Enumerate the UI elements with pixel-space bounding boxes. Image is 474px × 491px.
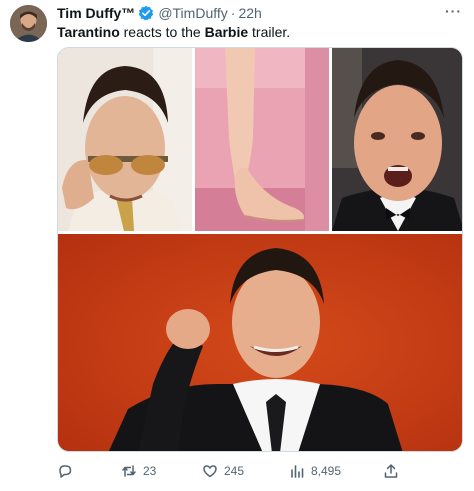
- action-bar: 23 245 8,495: [57, 461, 407, 481]
- reply-icon: [59, 465, 72, 478]
- separator-dot: ·: [230, 5, 236, 21]
- retweet-count: 23: [143, 464, 157, 478]
- more-icon[interactable]: ···: [445, 2, 462, 20]
- tweet-header: Tim Duffy™ @TimDuffy · 22h ···: [57, 2, 462, 22]
- tweet[interactable]: Tim Duffy™ @TimDuffy · 22h ··· Tarantino…: [0, 0, 474, 491]
- like-button[interactable]: 245: [202, 461, 244, 481]
- views-button[interactable]: 8,495: [289, 461, 341, 481]
- tweet-text-bold-2: Barbie: [204, 24, 249, 40]
- tweet-text-part-1: reacts to the: [119, 24, 205, 40]
- author-handle[interactable]: @TimDuffy: [158, 4, 227, 22]
- author-name[interactable]: Tim Duffy™: [57, 4, 135, 22]
- like-icon: [203, 465, 217, 478]
- retweet-icon: [122, 465, 136, 477]
- avatar[interactable]: [10, 5, 47, 42]
- share-icon: [384, 464, 398, 478]
- media-grid: [57, 47, 463, 452]
- share-button[interactable]: [383, 461, 399, 481]
- tweet-text-bold-1: Tarantino: [57, 24, 120, 40]
- verified-icon: [138, 5, 154, 21]
- photo-barbie-foot[interactable]: [195, 48, 329, 231]
- tweet-text: Tarantino reacts to the Barbie trailer.: [57, 23, 290, 41]
- retweet-button[interactable]: 23: [121, 461, 156, 481]
- views-count: 8,495: [311, 464, 342, 478]
- photo-man-cheering[interactable]: [58, 234, 462, 451]
- tweet-timestamp[interactable]: 22h: [238, 4, 261, 22]
- views-icon: [291, 465, 304, 478]
- tweet-text-part-2: trailer.: [248, 24, 291, 40]
- reply-button[interactable]: [57, 461, 79, 481]
- photo-man-sunglasses[interactable]: [58, 48, 192, 231]
- photo-man-tuxedo[interactable]: [332, 48, 462, 231]
- like-count: 245: [224, 464, 245, 478]
